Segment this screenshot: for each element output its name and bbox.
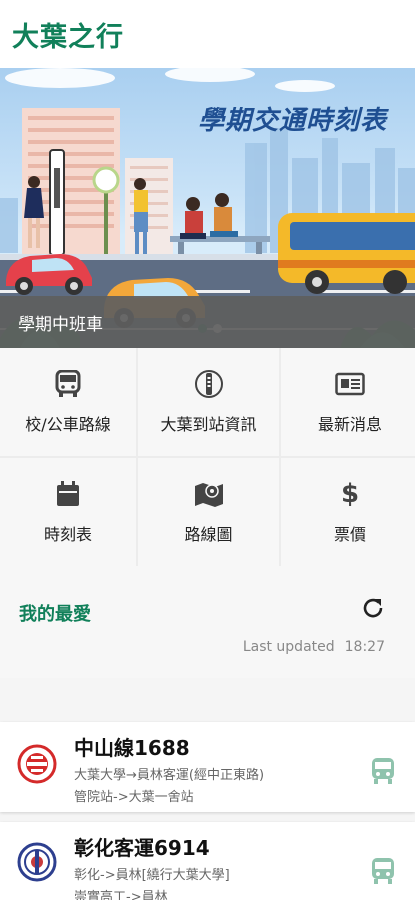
- menu-route-map[interactable]: 路線圖: [138, 458, 279, 566]
- menu-bus-routes[interactable]: 校/公車路線: [0, 348, 136, 456]
- menu-arrival-info[interactable]: 大葉到站資訊: [138, 348, 279, 456]
- menu-timetable[interactable]: 時刻表: [0, 458, 136, 566]
- last-updated-time: 18:27: [344, 639, 385, 655]
- menu-label: 路線圖: [184, 525, 233, 544]
- dollar-icon: $: [340, 479, 360, 509]
- banner-carousel[interactable]: 學期交通時刻表 學期中班車: [0, 68, 415, 348]
- route-stops: 管院站->大葉一舍站: [74, 790, 194, 805]
- menu-label: 最新消息: [317, 415, 382, 434]
- menu-label: 大葉到站資訊: [160, 415, 257, 434]
- route-description: 彰化->員林[繞行大葉大學]: [74, 868, 230, 883]
- favorite-card[interactable]: 中山線1688 大葉大學→員林客運(經中正東路) 管院站->大葉一舍站: [0, 722, 415, 812]
- last-updated: Last updated 18:27: [243, 639, 385, 655]
- route-description: 大葉大學→員林客運(經中正東路): [74, 768, 265, 783]
- app-bar: 大葉之行: [0, 0, 415, 68]
- route-name: 彰化客運6914: [74, 836, 210, 860]
- app-screen: 大葉之行 學期交通時刻表 學期中班車 校/公車路線 大葉到站資訊 最新消息 時刻…: [0, 0, 415, 900]
- route-stops: 崇實高工->員林: [74, 890, 168, 900]
- banner-caption: 學期中班車: [0, 296, 415, 348]
- menu-label: 校/公車路線: [25, 415, 111, 434]
- refresh-icon[interactable]: [361, 596, 385, 620]
- news-icon: [335, 369, 365, 399]
- favorites-title: 我的最愛: [19, 604, 91, 625]
- bus-icon: [53, 369, 83, 399]
- bus-stop-icon: [194, 369, 224, 399]
- route-name: 中山線1688: [74, 736, 190, 760]
- red-bus-company-logo: [17, 744, 57, 784]
- menu-news[interactable]: 最新消息: [281, 348, 415, 456]
- menu-grid: 校/公車路線 大葉到站資訊 最新消息 時刻表 路線圖 $ 票價: [0, 348, 415, 566]
- menu-label: 票價: [333, 525, 366, 544]
- banner-caption-text: 學期中班車: [18, 314, 103, 335]
- bus-icon: [371, 857, 395, 885]
- banner-title: 學期交通時刻表: [197, 106, 387, 136]
- blue-bus-company-logo: [17, 842, 57, 882]
- menu-fares[interactable]: $ 票價: [281, 458, 415, 566]
- map-icon: [194, 479, 224, 509]
- app-title: 大葉之行: [12, 21, 124, 53]
- last-updated-label: Last updated: [242, 639, 335, 655]
- menu-label: 時刻表: [43, 525, 92, 544]
- favorite-card[interactable]: 彰化客運6914 彰化->員林[繞行大葉大學] 崇實高工->員林: [0, 822, 415, 900]
- calendar-icon: [53, 479, 83, 509]
- favorites-header: 我的最愛 Last updated 18:27: [0, 566, 415, 678]
- bus-icon: [371, 757, 395, 785]
